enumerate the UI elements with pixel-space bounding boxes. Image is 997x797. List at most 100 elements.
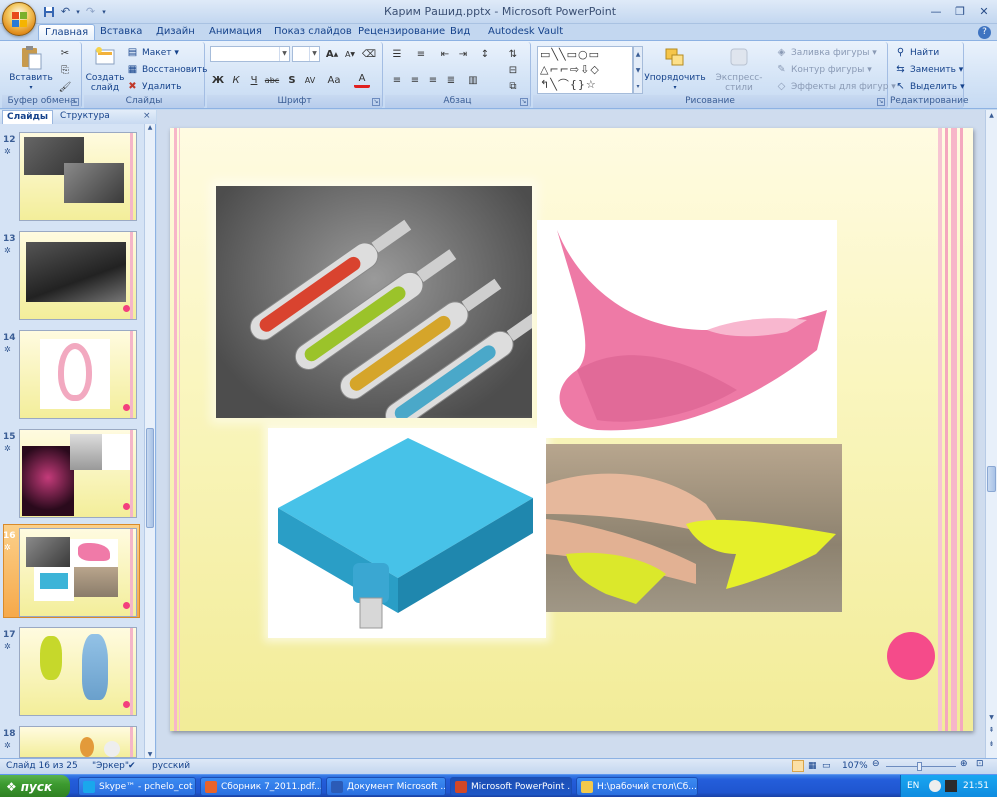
increase-indent-icon[interactable]: ⇥ [455,46,471,62]
office-button[interactable] [2,2,36,36]
help-icon[interactable]: ? [978,26,991,39]
tab-animation[interactable]: Анимация [203,24,268,40]
layout-button[interactable]: ▤ Макет ▾ [126,45,179,60]
save-icon[interactable] [40,4,57,20]
line-spacing-icon[interactable]: ↕ [477,46,493,62]
slide-thumbnail-17[interactable] [19,627,137,716]
new-slide-button[interactable]: Создать слайд [86,45,124,93]
italic-button[interactable]: К [228,72,244,88]
delete-slide-button[interactable]: ✖ Удалить [126,79,181,94]
app-tray-icon[interactable] [945,780,957,792]
tab-insert[interactable]: Вставка [94,24,148,40]
tab-outline[interactable]: Структура [56,110,114,124]
grow-font-button[interactable]: A ▲ [324,46,340,62]
change-case-button[interactable]: Aa [326,72,342,88]
scrollbar-thumb[interactable] [987,466,996,492]
slide-vertical-scrollbar[interactable]: ▲ ▼ ⇞ ⇟ [985,110,997,758]
columns-icon[interactable]: ▥ [465,72,481,88]
slide-thumbnail-16[interactable] [19,528,137,617]
slideshow-view-icon[interactable]: ▭ [822,761,831,771]
select-button[interactable]: ↖ Выделить ▾ [894,79,964,94]
font-size-combo[interactable]: ▼ [292,46,320,62]
paragraph-launcher-icon[interactable]: ↘ [520,98,528,106]
smartart-icon[interactable]: ⧉ [505,78,521,94]
shapes-gallery[interactable]: ▭╲╲▭○▭ △⌐⌐⇨⇩◇ ↰╲⌒{}☆ [537,46,633,94]
scrollbar-thumb[interactable] [146,428,154,528]
close-icon[interactable]: × [143,111,151,121]
zoom-level[interactable]: 107% [842,761,868,771]
chevron-down-icon[interactable]: ▾ [74,4,82,20]
shadow-button[interactable]: S [284,72,300,88]
yellow-shoes-image[interactable] [546,444,842,612]
scroll-up-icon[interactable]: ▲ [146,124,154,131]
tab-slideshow[interactable]: Показ слайдов [268,24,358,40]
taskbar-item-word[interactable]: Документ Microsoft ... [326,777,446,796]
scroll-down-icon[interactable]: ▼ [146,751,154,758]
shape-outline-button[interactable]: ✎ Контур фигуры ▾ [775,62,871,77]
tab-review[interactable]: Рецензирование [352,24,451,40]
scroll-up-icon[interactable]: ▲ [987,112,996,119]
redo-icon[interactable]: ↷ [82,4,99,20]
underline-button[interactable]: Ч [246,72,262,88]
slide-thumbnail-15[interactable] [19,429,137,518]
font-name-combo[interactable]: ▼ [210,46,290,62]
tab-home[interactable]: Главная [38,24,96,40]
fit-to-window-icon[interactable]: ⊡ [976,759,984,769]
font-launcher-icon[interactable]: ↘ [372,98,380,106]
strikethrough-button[interactable]: abc [264,72,280,88]
slide-canvas[interactable] [170,128,973,731]
font-color-button[interactable]: A [354,72,370,88]
align-right-icon[interactable]: ≡ [425,72,441,88]
align-left-icon[interactable]: ≡ [389,72,405,88]
shrink-font-button[interactable]: A ▼ [342,46,358,62]
theme-name[interactable]: "Эркер" [92,761,129,771]
shape-effects-button[interactable]: ◇ Эффекты для фигур ▾ [775,79,896,94]
taskbar-item-powerpoint[interactable]: Microsoft PowerPoint ... [450,777,572,796]
align-center-icon[interactable]: ≡ [407,72,423,88]
scroll-down-icon[interactable]: ▼ [987,714,996,721]
spellcheck-icon[interactable]: ✔ [128,761,136,771]
align-text-icon[interactable]: ⊟ [505,62,521,78]
tab-autodesk-vault[interactable]: Autodesk Vault [482,24,569,40]
decrease-indent-icon[interactable]: ⇤ [437,46,453,62]
clear-format-icon[interactable]: ⌫ [361,46,377,62]
format-painter-icon[interactable]: 🖌 [57,79,73,95]
network-icon[interactable] [929,780,941,792]
taskbar-item-skype[interactable]: Skype™ - pchelo_cot [78,777,196,796]
taskbar-item-explorer[interactable]: H:\рабочий стол\Сб... [576,777,698,796]
normal-view-icon[interactable] [792,760,804,772]
forks-image[interactable] [216,186,532,418]
pink-shoe-image[interactable] [537,220,837,438]
slide-thumbnail-18[interactable] [19,726,137,758]
slide-thumbnail-12[interactable] [19,132,137,221]
tab-slides[interactable]: Слайды [2,110,53,124]
replace-button[interactable]: ⇆ Заменить ▾ [894,62,963,77]
find-button[interactable]: ⚲ Найти [894,45,939,60]
numbering-icon[interactable]: ≡ [413,46,429,62]
bullets-icon[interactable]: ☰ [389,46,405,62]
drawing-launcher-icon[interactable]: ↘ [877,98,885,106]
slides-pane-scrollbar[interactable]: ▲ ▼ [144,124,155,758]
tab-view[interactable]: Вид [444,24,476,40]
arrange-button[interactable]: Упорядочить ▾ [644,45,706,93]
maximize-button[interactable]: ❐ [949,2,971,21]
slide-thumbnail-14[interactable] [19,330,137,419]
shapes-gallery-scroll[interactable]: ▲ ▼ ▾ [633,46,643,94]
shape-fill-button[interactable]: ◈ Заливка фигуры ▾ [775,45,877,60]
slide-sorter-icon[interactable]: ▦ [808,761,817,771]
text-direction-icon[interactable]: ⇅ [505,46,521,62]
reset-button[interactable]: ▦ Восстановить [126,62,208,77]
clipboard-launcher-icon[interactable]: ↘ [71,98,79,106]
language-label[interactable]: русский [152,761,190,771]
taskbar-item-pdf[interactable]: Сборник 7_2011.pdf... [200,777,322,796]
close-button[interactable]: ✕ [973,2,995,21]
next-slide-icon[interactable]: ⇟ [987,740,996,748]
cut-icon[interactable]: ✂ [57,45,73,61]
zoom-in-icon[interactable]: ⊕ [960,759,968,769]
minimize-button[interactable]: — [925,2,947,21]
char-spacing-button[interactable]: AV [302,72,318,88]
previous-slide-icon[interactable]: ⇞ [987,726,996,734]
tab-design[interactable]: Дизайн [150,24,201,40]
copy-icon[interactable]: ⎘ [57,62,73,78]
zoom-out-icon[interactable]: ⊖ [872,759,880,769]
